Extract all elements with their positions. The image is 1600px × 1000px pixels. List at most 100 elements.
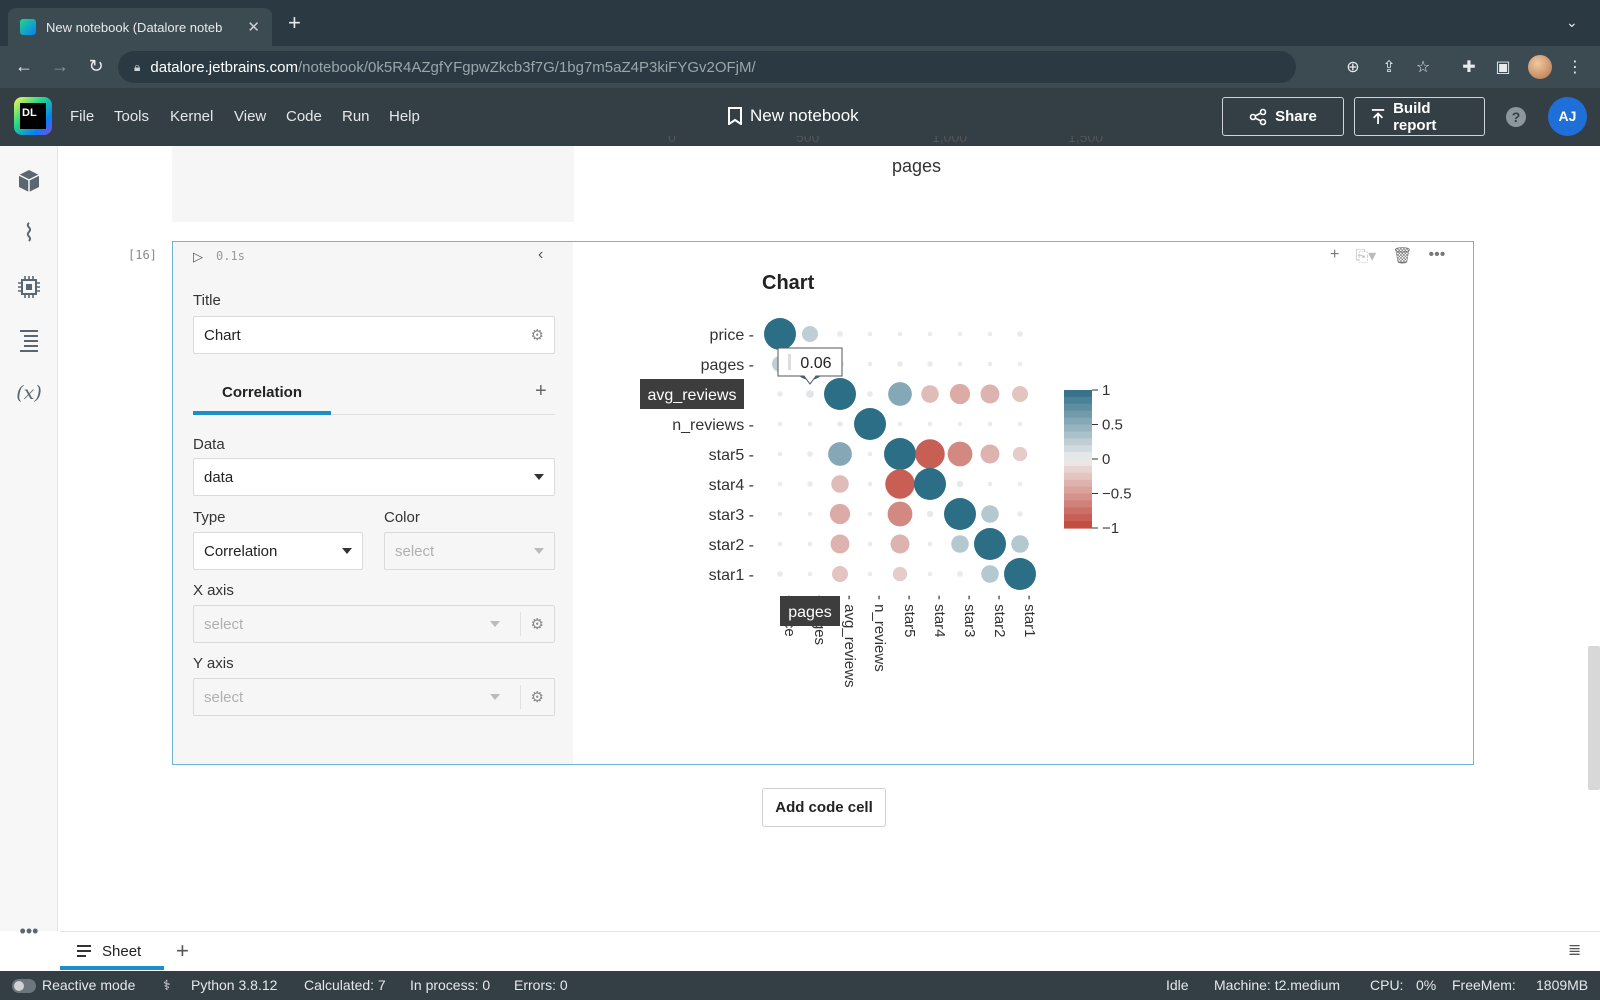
python-version[interactable]: Python 3.8.12 xyxy=(191,977,277,993)
add-layer-icon[interactable]: + xyxy=(535,380,547,403)
gear-icon[interactable]: ⚙ xyxy=(531,688,544,706)
correlation-point xyxy=(837,421,843,427)
menu-kernel[interactable]: Kernel xyxy=(170,108,213,125)
correlation-chart[interactable]: Chart price - pages - avg_reviews n_reviews… xyxy=(574,242,1334,762)
browser-menu-icon[interactable]: ⋮ xyxy=(1564,57,1586,77)
color-select-placeholder: select xyxy=(395,542,435,560)
tab-correlation[interactable]: Correlation xyxy=(222,384,302,401)
menu-file[interactable]: File xyxy=(70,108,94,125)
correlation-point xyxy=(807,451,813,457)
menu-run[interactable]: Run xyxy=(342,108,370,125)
reactive-mode-label: Reactive mode xyxy=(42,977,136,993)
notebook-title[interactable]: New notebook xyxy=(728,106,859,126)
share-page-icon[interactable]: ⇪ xyxy=(1378,57,1400,77)
side-panel-icon[interactable]: ▣ xyxy=(1492,57,1514,77)
reactive-mode-toggle[interactable] xyxy=(12,979,36,993)
correlation-point xyxy=(854,408,886,440)
divider xyxy=(519,612,521,636)
add-sheet-icon[interactable]: + xyxy=(176,938,189,964)
python-icon: ⚕ xyxy=(163,977,171,993)
correlation-point xyxy=(921,385,939,403)
correlation-point xyxy=(888,382,912,406)
scrollbar-thumb[interactable] xyxy=(1588,646,1600,790)
correlation-point xyxy=(802,326,818,342)
cpu-icon[interactable] xyxy=(16,274,42,300)
data-label: Data xyxy=(193,436,225,453)
zoom-icon[interactable]: ⊕ xyxy=(1342,57,1364,77)
colorbar-segment xyxy=(1064,514,1092,522)
x-axis-select[interactable]: select ⚙ xyxy=(193,605,555,643)
color-select[interactable]: select xyxy=(384,532,555,570)
cube-icon[interactable] xyxy=(16,168,42,194)
address-bar[interactable]: 🔒︎ datalore.jetbrains.com/notebook/0k5R4… xyxy=(118,51,1296,83)
correlation-point xyxy=(1012,446,1028,462)
menu-tools[interactable]: Tools xyxy=(114,108,149,125)
kernel-state: Idle xyxy=(1166,977,1189,993)
correlation-point xyxy=(837,331,843,337)
correlation-point xyxy=(777,421,783,427)
new-tab-icon[interactable]: + xyxy=(288,12,301,34)
gear-icon[interactable]: ⚙ xyxy=(531,615,544,633)
build-report-button[interactable]: Build report xyxy=(1354,97,1485,136)
user-avatar[interactable]: AJ xyxy=(1548,97,1587,136)
browser-profile-avatar[interactable] xyxy=(1528,55,1552,79)
extensions-puzzle-icon[interactable]: ✚ xyxy=(1458,57,1480,77)
correlation-point xyxy=(957,331,963,337)
type-label: Type xyxy=(193,509,226,526)
correlation-point xyxy=(1017,511,1023,517)
correlation-point xyxy=(927,421,933,427)
colorbar-segment xyxy=(1064,486,1092,495)
sheet-list-icon[interactable]: ≣ xyxy=(1568,940,1581,960)
chart-tooltip: 0.06 xyxy=(777,347,843,385)
correlation-point xyxy=(987,331,993,337)
correlation-point xyxy=(987,421,993,427)
correlation-point xyxy=(831,475,849,493)
datalore-logo[interactable]: DL xyxy=(14,97,52,135)
menu-code[interactable]: Code xyxy=(286,108,322,125)
browser-tab[interactable]: New notebook (Datalore noteb ✕ xyxy=(8,8,272,46)
run-cell-icon[interactable]: ▷ xyxy=(193,249,203,265)
correlation-point xyxy=(777,451,783,457)
menu-view[interactable]: View xyxy=(234,108,266,125)
data-select[interactable]: data xyxy=(193,458,555,496)
y-tick-label: price - xyxy=(710,327,754,344)
back-icon[interactable]: ← xyxy=(12,55,36,77)
variables-icon[interactable]: (x) xyxy=(16,380,42,406)
tab-search-chevron-icon[interactable]: ⌄ xyxy=(1566,14,1578,31)
close-tab-icon[interactable]: ✕ xyxy=(247,18,260,36)
correlation-point xyxy=(1011,535,1029,553)
help-icon[interactable]: ? xyxy=(1506,107,1526,127)
colorbar: 1 0.5 0 −0.5 −1 xyxy=(1064,382,1132,537)
gear-icon[interactable]: ⚙ xyxy=(531,326,544,344)
outline-icon[interactable] xyxy=(16,327,42,353)
correlation-point xyxy=(890,534,910,554)
share-button[interactable]: Share xyxy=(1222,97,1344,136)
correlation-point xyxy=(951,535,969,553)
reload-icon[interactable]: ↻ xyxy=(84,55,108,77)
dropdown-caret-icon xyxy=(489,694,500,700)
bookmark-star-icon[interactable]: ☆ xyxy=(1412,57,1434,77)
colorbar-tick-label: 1 xyxy=(1102,382,1110,399)
sheet-tab[interactable]: Sheet xyxy=(60,932,164,970)
add-code-cell-button[interactable]: Add code cell xyxy=(762,788,886,827)
freemem-label: FreeMem: xyxy=(1452,977,1516,993)
menu-help[interactable]: Help xyxy=(389,108,420,125)
correlation-point xyxy=(867,361,873,367)
cpu-value: 0% xyxy=(1416,977,1437,993)
correlation-point xyxy=(915,439,945,469)
trash-icon[interactable]: 🗑︎ xyxy=(1392,246,1412,266)
correlation-point xyxy=(867,481,873,487)
cell-type-icon[interactable]: ⎘▾ xyxy=(1355,246,1376,266)
forward-icon[interactable]: → xyxy=(48,55,72,77)
collapse-panel-icon[interactable]: ‹ xyxy=(538,246,543,264)
title-input[interactable]: Chart ⚙ xyxy=(193,316,555,354)
correlation-point xyxy=(777,571,783,577)
machine-type[interactable]: Machine: t2.medium xyxy=(1214,977,1340,993)
x-tick-label: - n_reviews xyxy=(871,595,888,672)
more-icon[interactable]: ••• xyxy=(16,918,42,944)
more-actions-icon[interactable]: ••• xyxy=(1429,246,1446,266)
paperclip-icon[interactable]: ⌇ xyxy=(16,221,42,247)
y-axis-select[interactable]: select ⚙ xyxy=(193,678,555,716)
type-select[interactable]: Correlation xyxy=(193,532,363,570)
correlation-point xyxy=(956,480,964,488)
